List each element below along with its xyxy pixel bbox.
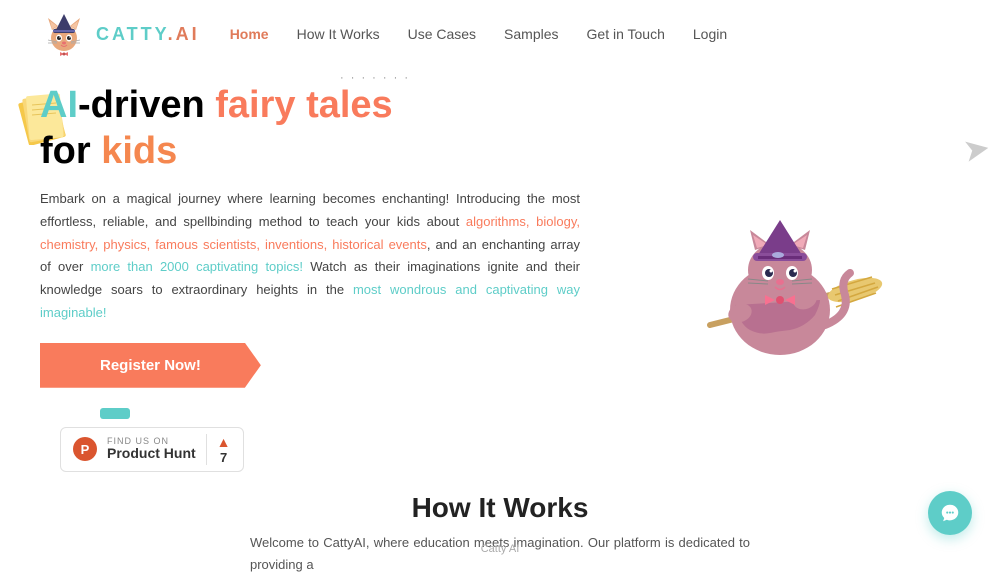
nav-home[interactable]: Home [230, 26, 269, 42]
title-ai: AI [40, 84, 78, 126]
ph-count: 7 [220, 450, 227, 465]
nav-how-it-works[interactable]: How It Works [297, 26, 380, 42]
catty-logo-icon [40, 10, 88, 58]
hero-left: AI-driven fairy tales for kids Embark on… [40, 78, 580, 472]
how-it-works-section: How It Works Welcome to CattyAI, where e… [0, 472, 1000, 576]
nav-login[interactable]: Login [693, 26, 727, 42]
chat-button[interactable] [928, 491, 972, 535]
logo-text: CATTY.AI [96, 24, 200, 45]
ph-name-label: Product Hunt [107, 446, 196, 461]
product-hunt-badge[interactable]: P FIND US ON Product Hunt ▲ 7 [60, 427, 244, 472]
decorative-teal-rect [100, 408, 130, 419]
ph-count-area: ▲ 7 [206, 434, 231, 465]
ph-logo-icon: P [73, 437, 97, 461]
title-fairy-tales: fairy tales [215, 84, 392, 126]
how-it-works-title: How It Works [40, 492, 960, 524]
main-nav: Home How It Works Use Cases Samples Get … [230, 26, 727, 42]
navbar: CATTY.AI Home How It Works Use Cases Sam… [0, 0, 1000, 68]
hero-description: Embark on a magical journey where learni… [40, 188, 580, 325]
witch-cat-illustration [650, 165, 890, 385]
title-driven: -driven [78, 84, 215, 126]
hero-illustration [580, 78, 960, 472]
more-topics-link[interactable]: more than 2000 captivating topics! [91, 259, 303, 274]
nav-use-cases[interactable]: Use Cases [408, 26, 476, 42]
hero-section: AI-driven fairy tales for kids Embark on… [0, 68, 1000, 472]
title-for: for [40, 130, 101, 172]
ph-arrow-icon: ▲ [217, 434, 231, 450]
hero-title: AI-driven fairy tales for kids [40, 83, 580, 174]
chat-icon [939, 502, 961, 524]
nav-get-in-touch[interactable]: Get in Touch [587, 26, 665, 42]
register-button[interactable]: Register Now! [40, 343, 261, 388]
footer-brand: Catty AI [481, 543, 520, 555]
title-kids: kids [101, 130, 177, 172]
logo-area[interactable]: CATTY.AI [40, 10, 200, 58]
nav-samples[interactable]: Samples [504, 26, 558, 42]
footer: Catty AI [0, 543, 1000, 555]
ph-text: FIND US ON Product Hunt [107, 437, 196, 462]
